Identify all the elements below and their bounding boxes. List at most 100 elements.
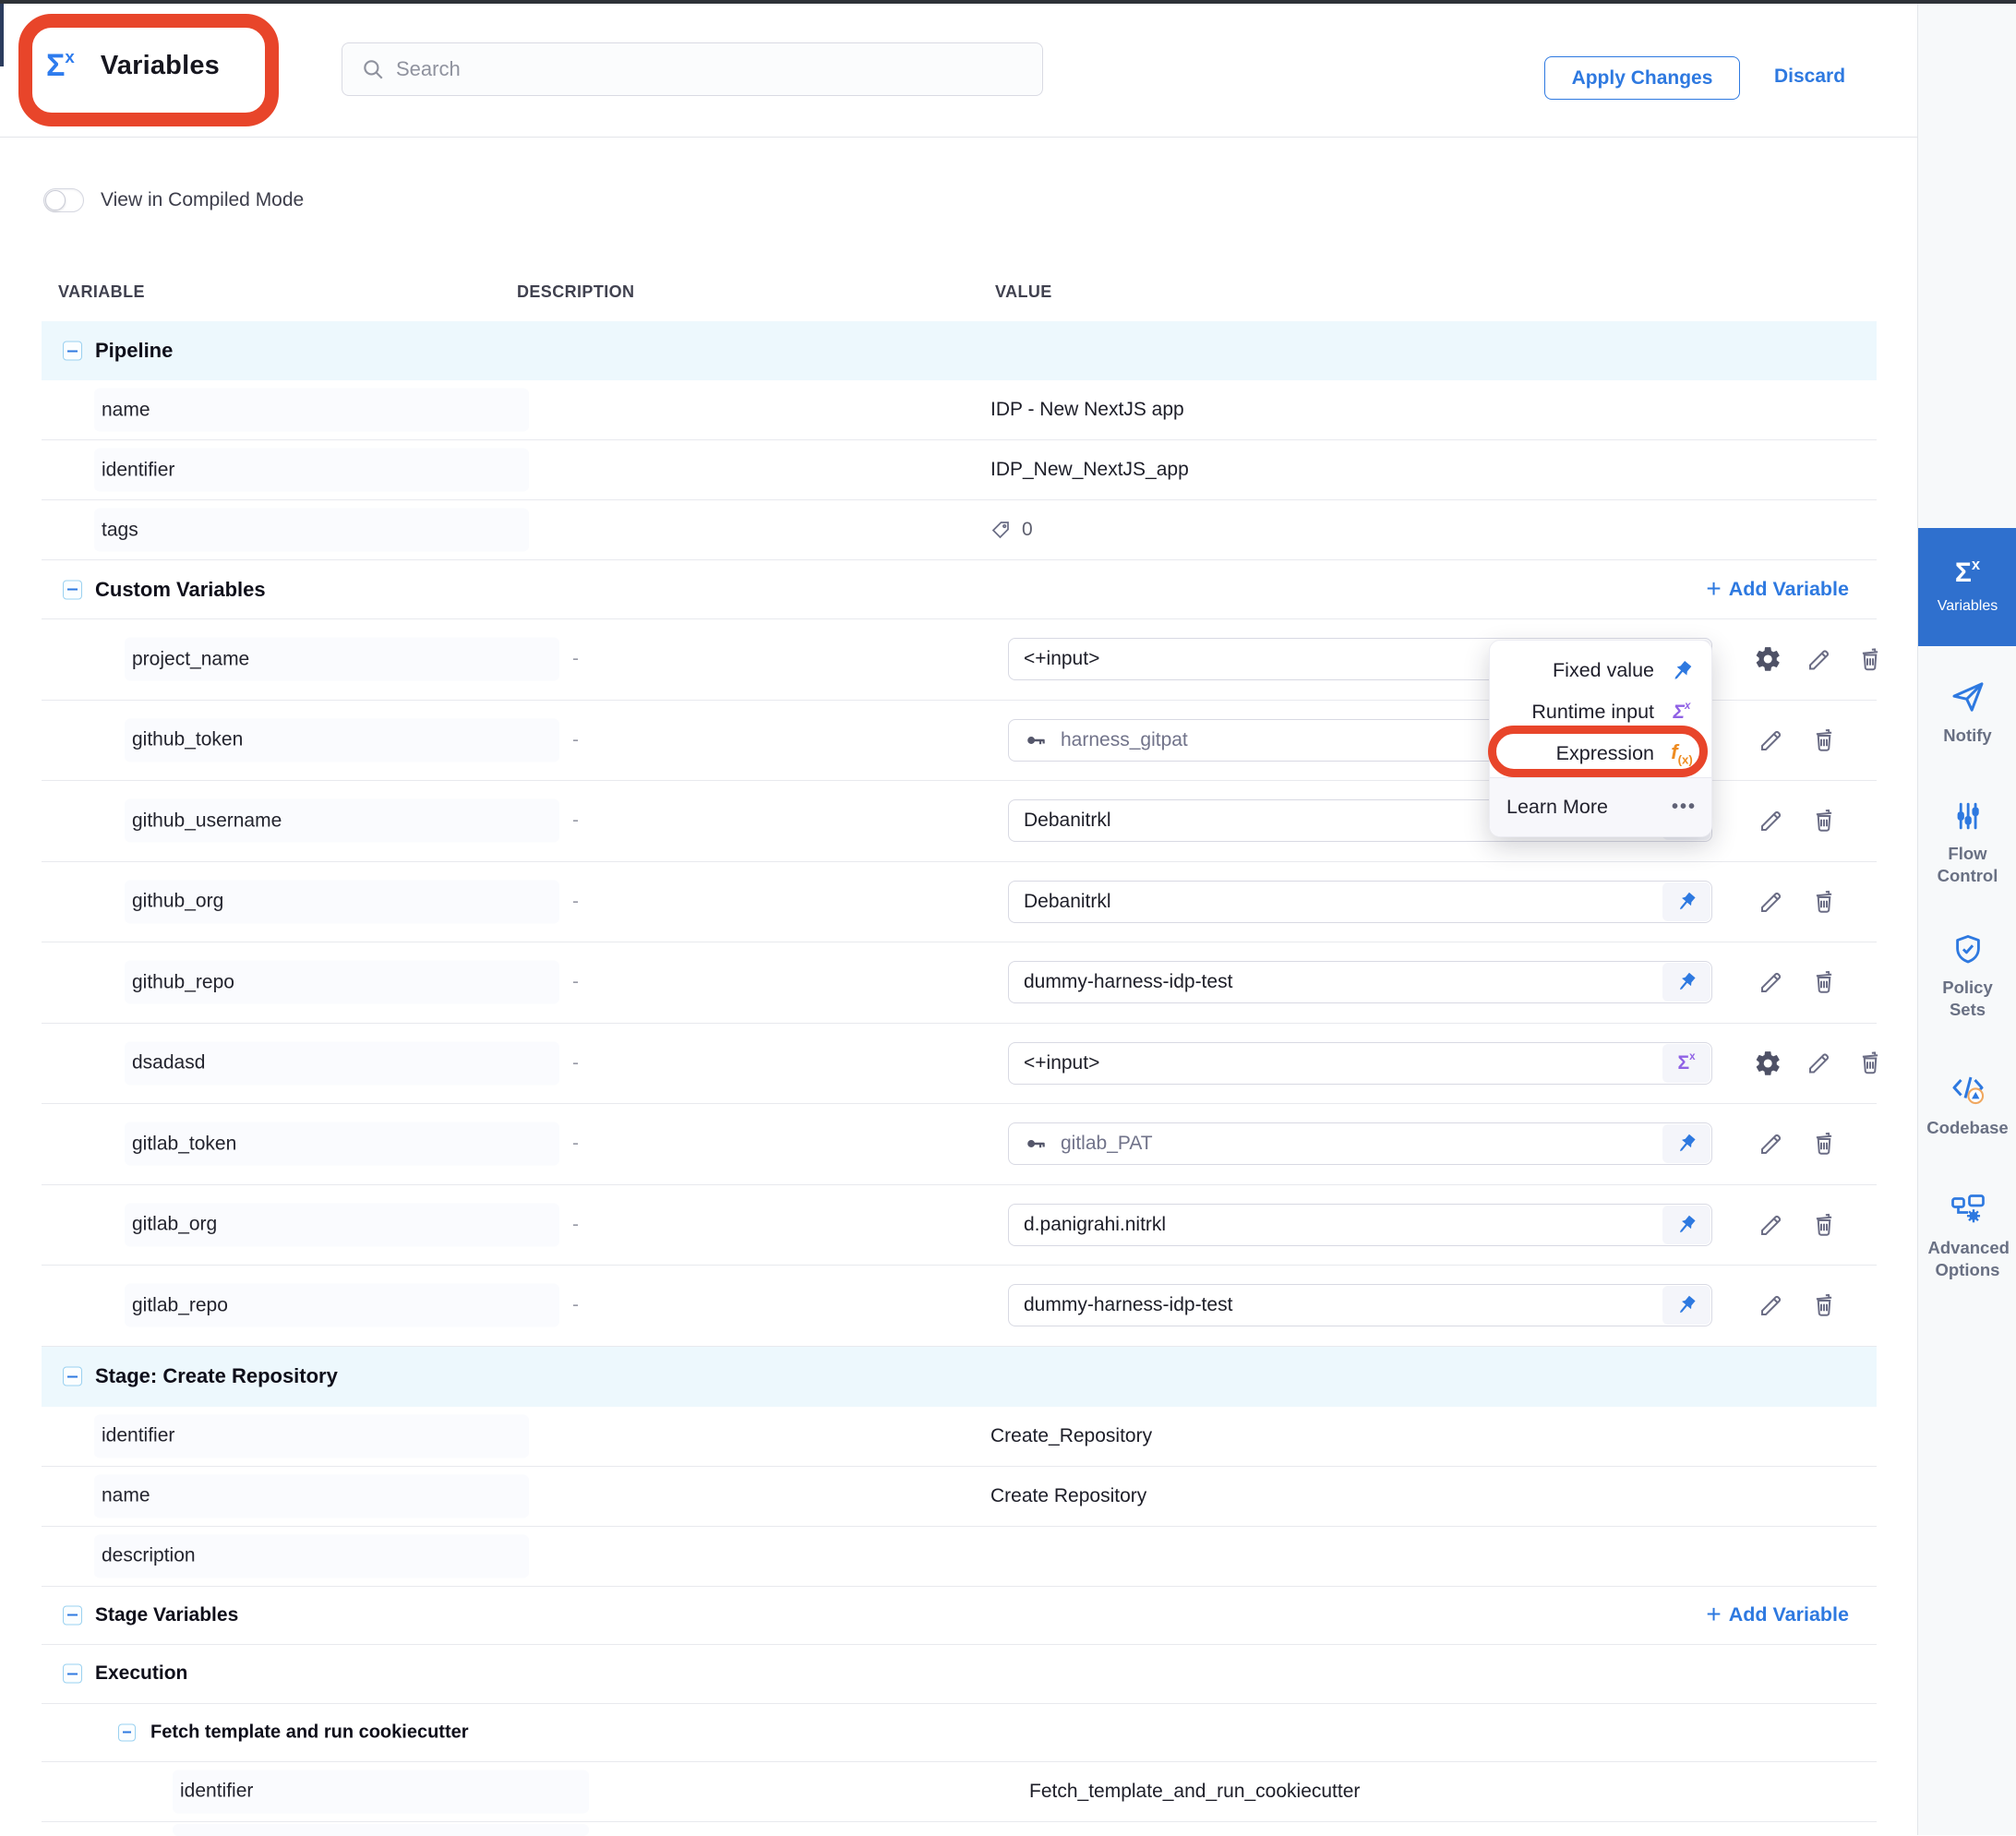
sidebar-item-policy-sets[interactable]: Policy Sets	[1918, 932, 2016, 1020]
more-options-icon[interactable]: •••	[1672, 797, 1697, 818]
delete-icon[interactable]	[1856, 1050, 1884, 1077]
sidebar-item-codebase[interactable]: Codebase	[1918, 1069, 2016, 1139]
table-row: identifier Fetch_template_and_run_cookie…	[42, 1762, 1877, 1822]
menu-item-expression[interactable]: Expression f(x)	[1490, 733, 1711, 774]
search-field[interactable]	[396, 57, 987, 81]
row-label: tags	[102, 519, 138, 541]
shield-check-icon	[1950, 932, 1986, 967]
gear-icon[interactable]	[1754, 1049, 1782, 1077]
table-row: tags 0	[42, 500, 1877, 560]
section-title: Custom Variables	[95, 578, 266, 602]
delete-icon[interactable]	[1810, 1291, 1838, 1319]
edit-icon[interactable]	[1806, 645, 1833, 673]
collapse-icon[interactable]	[63, 1605, 82, 1625]
sliders-icon	[1950, 798, 1986, 834]
row-value: IDP - New NextJS app	[990, 399, 1184, 421]
edit-icon[interactable]	[1758, 888, 1785, 916]
key-icon	[1024, 727, 1050, 753]
custom-variables-header[interactable]: Custom Variables + Add Variable	[42, 560, 1877, 619]
gear-icon[interactable]	[1754, 645, 1782, 674]
plus-icon: +	[1706, 1602, 1721, 1627]
pin-icon	[1670, 966, 1704, 1000]
apply-changes-button[interactable]: Apply Changes	[1544, 56, 1740, 100]
collapse-icon[interactable]	[63, 1367, 82, 1386]
menu-item-runtime-input[interactable]: Runtime input Σx	[1490, 691, 1711, 733]
delete-icon[interactable]	[1810, 1211, 1838, 1239]
sidebar-item-notify[interactable]: Notify	[1918, 678, 2016, 747]
edit-icon[interactable]	[1758, 807, 1785, 834]
edit-icon[interactable]	[1758, 1291, 1785, 1319]
row-label: name	[102, 399, 150, 421]
pin-icon	[1670, 884, 1704, 918]
variables-panel: Σx Variables Apply Changes Discard View …	[0, 0, 2016, 1835]
tag-icon	[990, 519, 1013, 541]
variable-row-dsadasd: dsadasd - <+input> Σx	[42, 1024, 1877, 1105]
value-field[interactable]: dummy-harness-idp-test	[1008, 1284, 1712, 1326]
pipeline-section-header[interactable]: Pipeline	[42, 321, 1877, 380]
toggle-knob	[45, 190, 66, 210]
key-icon	[1024, 1131, 1050, 1157]
row-label: identifier	[102, 459, 174, 481]
tags-count: 0	[1022, 519, 1033, 541]
window-edge	[0, 0, 2016, 4]
edit-icon[interactable]	[1758, 1211, 1785, 1239]
step-title: Fetch template and run cookiecutter	[150, 1722, 469, 1743]
collapse-icon[interactable]	[63, 580, 82, 599]
sidebar-item-flow-control[interactable]: Flow Control	[1918, 798, 2016, 886]
search-icon	[361, 57, 385, 81]
pin-addon[interactable]	[1662, 882, 1710, 921]
pin-addon[interactable]	[1662, 1124, 1710, 1163]
pin-icon	[1663, 653, 1699, 689]
col-value: VALUE	[995, 282, 1052, 302]
collapse-icon[interactable]	[118, 1723, 136, 1741]
secret-value-field[interactable]: gitlab_PAT	[1008, 1122, 1712, 1165]
add-variable-button[interactable]: + Add Variable	[1706, 1602, 1849, 1628]
variables-table: Pipeline name IDP - New NextJS app ident…	[42, 321, 1877, 1836]
pin-addon[interactable]	[1662, 1206, 1710, 1244]
delete-icon[interactable]	[1856, 645, 1884, 673]
page-title: Variables	[101, 51, 220, 81]
pin-addon[interactable]	[1662, 1286, 1710, 1325]
variable-row-github-org: github_org - Debanitrkl	[42, 862, 1877, 943]
sidebar-item-variables[interactable]: Σx Variables	[1918, 528, 2016, 646]
stage-variables-header[interactable]: Stage Variables + Add Variable	[42, 1587, 1877, 1645]
stage-section-header[interactable]: Stage: Create Repository	[42, 1347, 1877, 1407]
delete-icon[interactable]	[1810, 968, 1838, 996]
sidebar-item-advanced-options[interactable]: Advanced Options	[1918, 1189, 2016, 1280]
value-field[interactable]: d.panigrahi.nitrkl	[1008, 1204, 1712, 1246]
delete-icon[interactable]	[1810, 1130, 1838, 1158]
paper-plane-icon	[1950, 678, 1986, 715]
collapse-icon[interactable]	[63, 1664, 82, 1684]
variable-row-gitlab-repo: gitlab_repo - dummy-harness-idp-test	[42, 1266, 1877, 1347]
table-row: description	[42, 1527, 1877, 1587]
execution-header[interactable]: Execution	[42, 1645, 1877, 1704]
pin-addon[interactable]	[1662, 963, 1710, 1002]
add-variable-button[interactable]: + Add Variable	[1706, 577, 1849, 603]
variables-sigma-icon: Σx	[1955, 559, 1980, 587]
search-input[interactable]	[342, 42, 1043, 96]
compiled-mode-toggle[interactable]	[43, 188, 84, 212]
value-type-menu: Fixed value Runtime input Σx Expression …	[1489, 640, 1712, 837]
edit-icon[interactable]	[1806, 1050, 1833, 1077]
edit-icon[interactable]	[1758, 726, 1785, 754]
step-header[interactable]: Fetch template and run cookiecutter	[42, 1704, 1877, 1762]
table-row-partial	[42, 1822, 1877, 1836]
menu-item-fixed-value[interactable]: Fixed value	[1490, 650, 1711, 691]
delete-icon[interactable]	[1810, 726, 1838, 754]
value-field[interactable]: dummy-harness-idp-test	[1008, 961, 1712, 1003]
value-field[interactable]: <+input> Σx	[1008, 1042, 1712, 1085]
flowchart-gear-icon	[1949, 1189, 1987, 1228]
col-variable: VARIABLE	[58, 282, 145, 302]
runtime-input-icon: Σx	[1665, 702, 1698, 724]
collapse-icon[interactable]	[63, 342, 82, 361]
edit-icon[interactable]	[1758, 1130, 1785, 1158]
delete-icon[interactable]	[1810, 888, 1838, 916]
discard-button[interactable]: Discard	[1774, 66, 1845, 88]
section-title: Stage: Create Repository	[95, 1364, 338, 1388]
value-field[interactable]: Debanitrkl	[1008, 881, 1712, 923]
learn-more-link[interactable]: Learn More	[1506, 796, 1608, 819]
delete-icon[interactable]	[1810, 807, 1838, 834]
edit-icon[interactable]	[1758, 968, 1785, 996]
expression-icon: f(x)	[1665, 740, 1698, 766]
runtime-input-addon[interactable]: Σx	[1662, 1044, 1710, 1083]
